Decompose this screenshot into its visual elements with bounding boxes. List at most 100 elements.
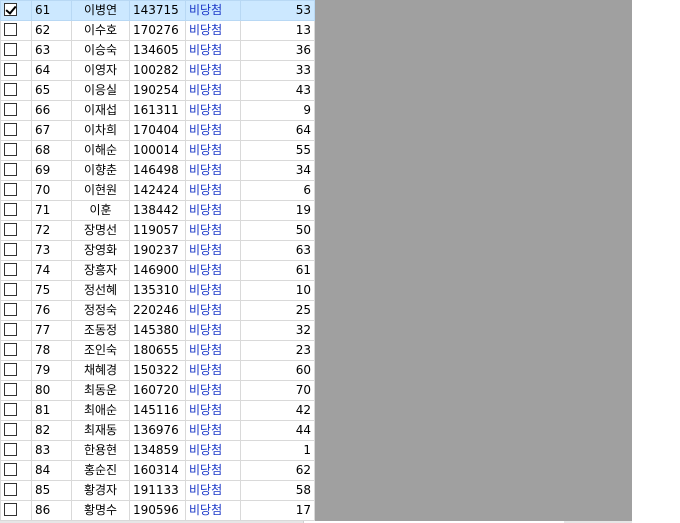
row-checkbox-cell[interactable] bbox=[0, 100, 32, 121]
row-count: 64 bbox=[240, 120, 315, 141]
row-checkbox[interactable] bbox=[4, 383, 17, 396]
row-checkbox[interactable] bbox=[4, 103, 17, 116]
row-count: 63 bbox=[240, 240, 315, 261]
row-checkbox-cell[interactable] bbox=[0, 300, 32, 321]
row-checkbox[interactable] bbox=[4, 423, 17, 436]
row-checkbox-cell[interactable] bbox=[0, 0, 32, 21]
row-id: 150322 bbox=[129, 360, 186, 381]
table-row[interactable]: 80 최동운 160720 비당첨 70 bbox=[0, 380, 315, 401]
row-checkbox[interactable] bbox=[4, 443, 17, 456]
row-result: 비당첨 bbox=[185, 500, 241, 521]
table-row[interactable]: 85 황경자 191133 비당첨 58 bbox=[0, 480, 315, 501]
table-row[interactable]: 66 이재섭 161311 비당첨 9 bbox=[0, 100, 315, 121]
table-row[interactable]: 75 정선혜 135310 비당첨 10 bbox=[0, 280, 315, 301]
row-checkbox-cell[interactable] bbox=[0, 500, 32, 521]
row-name: 황명수 bbox=[71, 500, 130, 521]
row-checkbox[interactable] bbox=[4, 63, 17, 76]
row-checkbox-cell[interactable] bbox=[0, 480, 32, 501]
row-checkbox-cell[interactable] bbox=[0, 160, 32, 181]
row-checkbox[interactable] bbox=[4, 163, 17, 176]
row-checkbox[interactable] bbox=[4, 343, 17, 356]
row-checkbox[interactable] bbox=[4, 3, 17, 16]
row-id: 143715 bbox=[129, 0, 186, 21]
row-checkbox[interactable] bbox=[4, 223, 17, 236]
table-row[interactable]: 77 조동정 145380 비당첨 32 bbox=[0, 320, 315, 341]
row-checkbox-cell[interactable] bbox=[0, 280, 32, 301]
row-result: 비당첨 bbox=[185, 20, 241, 41]
row-result: 비당첨 bbox=[185, 400, 241, 421]
table-row[interactable]: 86 황명수 190596 비당첨 17 bbox=[0, 500, 315, 521]
row-number: 61 bbox=[31, 0, 72, 21]
table-row[interactable]: 71 이훈 138442 비당첨 19 bbox=[0, 200, 315, 221]
row-checkbox[interactable] bbox=[4, 83, 17, 96]
row-checkbox-cell[interactable] bbox=[0, 80, 32, 101]
row-count: 70 bbox=[240, 380, 315, 401]
row-name: 이차희 bbox=[71, 120, 130, 141]
row-result: 비당첨 bbox=[185, 200, 241, 221]
row-checkbox[interactable] bbox=[4, 363, 17, 376]
row-checkbox-cell[interactable] bbox=[0, 340, 32, 361]
row-checkbox-cell[interactable] bbox=[0, 120, 32, 141]
row-checkbox-cell[interactable] bbox=[0, 60, 32, 81]
table-row[interactable]: 68 이해순 100014 비당첨 55 bbox=[0, 140, 315, 161]
table-row[interactable]: 65 이응실 190254 비당첨 43 bbox=[0, 80, 315, 101]
row-checkbox-cell[interactable] bbox=[0, 260, 32, 281]
row-checkbox[interactable] bbox=[4, 403, 17, 416]
row-checkbox-cell[interactable] bbox=[0, 20, 32, 41]
table-row[interactable]: 76 정정숙 220246 비당첨 25 bbox=[0, 300, 315, 321]
table-row[interactable]: 69 이향춘 146498 비당첨 34 bbox=[0, 160, 315, 181]
table-row[interactable]: 62 이수호 170276 비당첨 13 bbox=[0, 20, 315, 41]
row-checkbox-cell[interactable] bbox=[0, 240, 32, 261]
row-checkbox[interactable] bbox=[4, 203, 17, 216]
table-row[interactable]: 63 이승숙 134605 비당첨 36 bbox=[0, 40, 315, 61]
table-row[interactable]: 82 최재동 136976 비당첨 44 bbox=[0, 420, 315, 441]
row-checkbox-cell[interactable] bbox=[0, 380, 32, 401]
table-row[interactable]: 70 이현원 142424 비당첨 6 bbox=[0, 180, 315, 201]
row-checkbox[interactable] bbox=[4, 143, 17, 156]
row-checkbox-cell[interactable] bbox=[0, 460, 32, 481]
table-row[interactable]: 67 이차희 170404 비당첨 64 bbox=[0, 120, 315, 141]
table-row[interactable]: 73 장영화 190237 비당첨 63 bbox=[0, 240, 315, 261]
table-row[interactable]: 78 조인숙 180655 비당첨 23 bbox=[0, 340, 315, 361]
row-number: 68 bbox=[31, 140, 72, 161]
table-row[interactable]: 84 홍순진 160314 비당첨 62 bbox=[0, 460, 315, 481]
row-checkbox[interactable] bbox=[4, 503, 17, 516]
table-row[interactable]: 81 최애순 145116 비당첨 42 bbox=[0, 400, 315, 421]
row-checkbox[interactable] bbox=[4, 283, 17, 296]
row-checkbox-cell[interactable] bbox=[0, 220, 32, 241]
row-checkbox-cell[interactable] bbox=[0, 440, 32, 461]
row-checkbox-cell[interactable] bbox=[0, 140, 32, 161]
row-result: 비당첨 bbox=[185, 320, 241, 341]
row-name: 정선혜 bbox=[71, 280, 130, 301]
row-checkbox[interactable] bbox=[4, 303, 17, 316]
row-checkbox[interactable] bbox=[4, 323, 17, 336]
row-count: 61 bbox=[240, 260, 315, 281]
table-row[interactable]: 64 이영자 100282 비당첨 33 bbox=[0, 60, 315, 81]
row-checkbox[interactable] bbox=[4, 263, 17, 276]
row-checkbox[interactable] bbox=[4, 183, 17, 196]
table-row[interactable]: 74 장흥자 146900 비당첨 61 bbox=[0, 260, 315, 281]
row-checkbox-cell[interactable] bbox=[0, 320, 32, 341]
row-checkbox-cell[interactable] bbox=[0, 40, 32, 61]
row-checkbox-cell[interactable] bbox=[0, 200, 32, 221]
table-row[interactable]: 83 한용현 134859 비당첨 1 bbox=[0, 440, 315, 461]
row-checkbox[interactable] bbox=[4, 43, 17, 56]
row-checkbox[interactable] bbox=[4, 463, 17, 476]
row-checkbox-cell[interactable] bbox=[0, 400, 32, 421]
row-checkbox[interactable] bbox=[4, 123, 17, 136]
row-checkbox-cell[interactable] bbox=[0, 420, 32, 441]
row-count: 6 bbox=[240, 180, 315, 201]
row-name: 이해순 bbox=[71, 140, 130, 161]
row-name: 정정숙 bbox=[71, 300, 130, 321]
row-checkbox-cell[interactable] bbox=[0, 360, 32, 381]
row-id: 191133 bbox=[129, 480, 186, 501]
row-checkbox[interactable] bbox=[4, 23, 17, 36]
table-row[interactable]: 61 이병연 143715 비당첨 53 bbox=[0, 0, 315, 21]
table-row[interactable]: 72 장명선 119057 비당첨 50 bbox=[0, 220, 315, 241]
row-checkbox-cell[interactable] bbox=[0, 180, 32, 201]
row-id: 220246 bbox=[129, 300, 186, 321]
row-id: 146498 bbox=[129, 160, 186, 181]
table-row[interactable]: 79 채혜경 150322 비당첨 60 bbox=[0, 360, 315, 381]
row-checkbox[interactable] bbox=[4, 243, 17, 256]
row-checkbox[interactable] bbox=[4, 483, 17, 496]
